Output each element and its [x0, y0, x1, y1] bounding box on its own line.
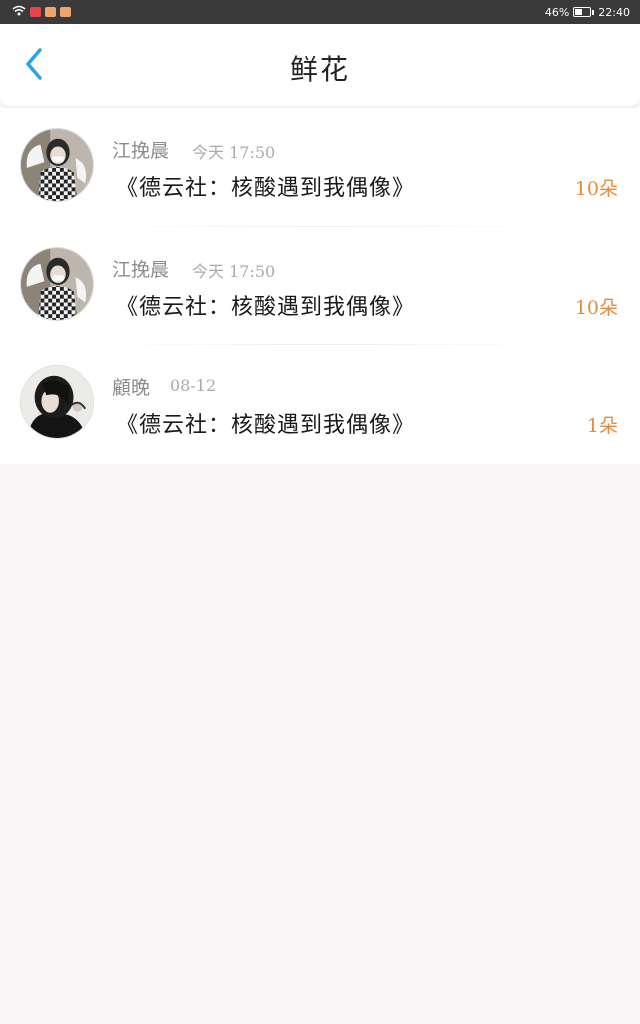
sender-name: 江挽晨 — [112, 258, 170, 281]
status-right: 46% 22:40 — [545, 6, 630, 19]
message-text: 《德云社：核酸遇到我偶像》 — [116, 176, 416, 201]
list-item[interactable]: 江挽晨 今天 17:50 《德云社：核酸遇到我偶像》 10朵 — [0, 108, 640, 227]
list-item[interactable]: 顧晚 08-12 《德云社：核酸遇到我偶像》 1朵 — [0, 345, 640, 464]
app-notification-orange-icon — [45, 7, 56, 17]
avatar[interactable] — [20, 365, 94, 440]
message-text: 《德云社：核酸遇到我偶像》 — [116, 294, 416, 320]
flower-count: 10朵 — [574, 296, 618, 319]
battery-icon — [573, 7, 595, 17]
page-title: 鲜花 — [289, 53, 350, 86]
flower-list: 江挽晨 今天 17:50 《德云社：核酸遇到我偶像》 10朵 江挽晨 今天 17… — [0, 108, 640, 464]
battery-percent: 46% — [544, 5, 570, 19]
flower-count: 10朵 — [574, 178, 618, 200]
wifi-icon — [12, 5, 26, 19]
flower-count: 1朵 — [586, 415, 618, 438]
timestamp: 08-12 — [170, 376, 217, 396]
list-item[interactable]: 江挽晨 今天 17:50 《德云社：核酸遇到我偶像》 10朵 — [0, 227, 640, 346]
app-notification-orange-icon — [60, 7, 71, 17]
timestamp: 今天 17:50 — [192, 143, 276, 162]
status-time: 22:40 — [598, 5, 630, 19]
sender-name: 江挽晨 — [112, 140, 170, 162]
app-notification-red-icon — [30, 7, 41, 17]
timestamp: 今天 17:50 — [192, 261, 276, 281]
status-left — [12, 5, 71, 19]
avatar[interactable] — [20, 246, 94, 321]
sender-name: 顧晚 — [112, 377, 151, 400]
message-text: 《德云社：核酸遇到我偶像》 — [116, 413, 416, 439]
nav-bar: 鲜花 — [0, 24, 640, 106]
avatar[interactable] — [20, 128, 94, 202]
status-bar: 46% 22:40 — [0, 0, 640, 24]
